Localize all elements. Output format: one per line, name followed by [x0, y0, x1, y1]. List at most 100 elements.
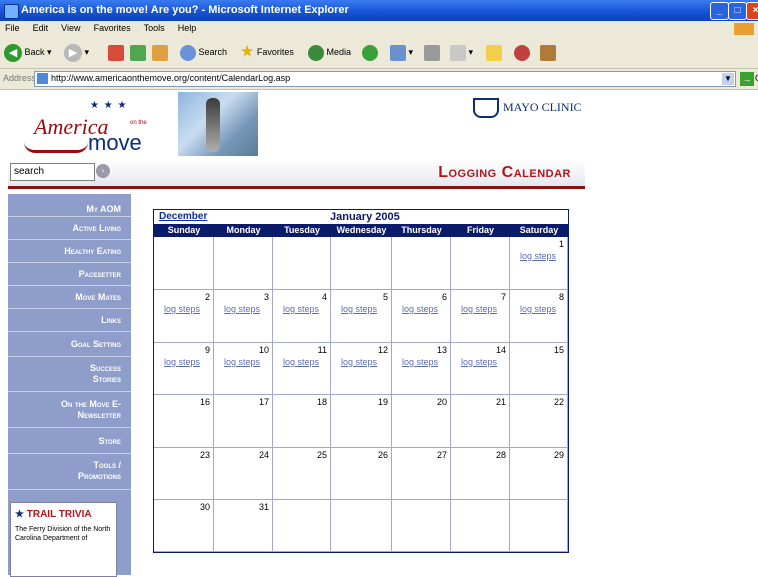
log-steps-link[interactable]: log steps: [520, 251, 556, 261]
day-number: 6: [441, 292, 447, 302]
nav-links[interactable]: Links: [8, 309, 131, 332]
nav-label: Tools / Promotions: [77, 460, 121, 481]
calendar-day-cell: 28: [451, 448, 510, 500]
chevron-down-icon[interactable]: ▼: [722, 73, 734, 85]
log-steps-link[interactable]: log steps: [520, 304, 556, 314]
folder-button[interactable]: [486, 42, 502, 62]
search-input[interactable]: search: [10, 163, 95, 181]
print-icon: [424, 44, 440, 61]
calendar-day-cell: 8 log steps: [510, 290, 568, 343]
nav-move-mates[interactable]: Move Mates: [8, 286, 131, 309]
nav-label: Store: [98, 436, 121, 446]
folder-icon: [486, 44, 502, 61]
log-steps-link[interactable]: log steps: [224, 304, 260, 314]
calendar-day-cell: 16: [154, 395, 214, 448]
log-steps-link[interactable]: log steps: [461, 304, 497, 314]
log-steps-link[interactable]: log steps: [164, 304, 200, 314]
calendar-day-cell: [510, 500, 568, 552]
weekday-header: Monday: [214, 224, 273, 237]
stop-button[interactable]: [108, 42, 124, 62]
toolbar: ◀ Back ▾ ▶ ▾ Search ★ Favorites Media ▾ …: [0, 36, 758, 69]
nav-active-living[interactable]: Active Living: [8, 217, 131, 240]
day-number: 18: [316, 397, 327, 407]
weekday-header: Sunday: [154, 224, 214, 237]
prev-month-link[interactable]: December: [159, 211, 207, 222]
logo-swoosh: [24, 142, 88, 153]
print-button[interactable]: [424, 42, 440, 62]
search-go-icon[interactable]: ›: [96, 164, 110, 178]
calendar-day-cell: 15: [510, 343, 568, 395]
history-button[interactable]: [362, 42, 378, 62]
log-steps-link[interactable]: log steps: [402, 304, 438, 314]
address-input[interactable]: http://www.americaonthemove.org/content/…: [34, 71, 736, 87]
calendar-day-cell: [331, 500, 392, 552]
menu-help[interactable]: Help: [173, 21, 202, 33]
day-number: 25: [316, 450, 327, 460]
log-steps-link[interactable]: log steps: [461, 357, 497, 367]
media-button[interactable]: Media: [308, 42, 351, 62]
nav-label: Pacesetter: [78, 269, 121, 279]
log-steps-link[interactable]: log steps: [341, 357, 377, 367]
nav-healthy-eating[interactable]: Healthy Eating: [8, 240, 131, 263]
log-steps-link[interactable]: log steps: [341, 304, 377, 314]
research-icon: [540, 44, 556, 61]
america-on-the-move-logo[interactable]: ★ ★ ★ America on the move: [18, 98, 178, 158]
calendar-day-cell: [273, 500, 331, 552]
forward-button[interactable]: ▶ ▾: [64, 42, 89, 62]
log-steps-link[interactable]: log steps: [283, 304, 319, 314]
nav-goal-setting[interactable]: Goal Setting: [8, 332, 131, 357]
refresh-button[interactable]: [130, 42, 146, 62]
nav-pacesetter[interactable]: Pacesetter: [8, 263, 131, 286]
log-steps-link[interactable]: log steps: [164, 357, 200, 367]
menu-favorites[interactable]: Favorites: [89, 21, 136, 33]
research-button[interactable]: [540, 42, 556, 62]
day-number: 27: [436, 450, 447, 460]
log-steps-link[interactable]: log steps: [402, 357, 438, 367]
calendar-day-cell: 26: [331, 448, 392, 500]
nav-newsletter[interactable]: On the Move E-Newsletter: [8, 393, 131, 428]
calendar-day-cell: 20: [392, 395, 451, 448]
edit-button[interactable]: ▾: [450, 42, 473, 62]
maximize-button[interactable]: □: [728, 2, 747, 20]
calendar-day-cell: 12 log steps: [331, 343, 392, 395]
calendar-day-cell: 17: [214, 395, 273, 448]
edit-icon: [450, 44, 466, 61]
day-number: 15: [553, 345, 564, 355]
back-button[interactable]: ◀ Back ▾: [4, 42, 52, 62]
weekday-header: Tuesday: [273, 224, 331, 237]
day-number: 2: [204, 292, 210, 302]
search-button[interactable]: Search: [180, 42, 227, 62]
home-icon: [152, 44, 168, 61]
mail-button[interactable]: ▾: [390, 42, 413, 62]
go-arrow-icon[interactable]: →: [740, 72, 754, 86]
messenger-icon: [514, 44, 530, 61]
log-steps-link[interactable]: log steps: [283, 357, 319, 367]
trail-trivia-box[interactable]: ★ TRAIL TRIVIA The Ferry Division of the…: [10, 502, 117, 577]
menu-file[interactable]: File: [0, 21, 25, 33]
shield-icon: [473, 98, 499, 118]
menu-edit[interactable]: Edit: [28, 21, 54, 33]
nav-store[interactable]: Store: [8, 429, 131, 454]
calendar-day-cell: 2 log steps: [154, 290, 214, 343]
nav-my-aom[interactable]: My AOM: [8, 194, 131, 217]
calendar-day-cell: [273, 237, 331, 290]
menu-tools[interactable]: Tools: [139, 21, 170, 33]
home-button[interactable]: [152, 42, 168, 62]
day-number: 30: [199, 502, 210, 512]
weekday-header: Friday: [451, 224, 510, 237]
close-button[interactable]: ×: [746, 2, 758, 20]
nav-success-stories[interactable]: Success Stories: [8, 357, 131, 392]
nav-label: Goal Setting: [70, 339, 121, 349]
media-label: Media: [326, 47, 352, 57]
favorites-button[interactable]: ★ Favorites: [240, 42, 294, 62]
nav-tools-promotions[interactable]: Tools / Promotions: [8, 454, 131, 490]
calendar-day-cell: 4 log steps: [273, 290, 331, 343]
minimize-button[interactable]: _: [710, 2, 729, 20]
nav-label: Success Stories: [89, 363, 121, 384]
log-steps-link[interactable]: log steps: [224, 357, 260, 367]
menu-view[interactable]: View: [56, 21, 85, 33]
calendar-day-cell: 19: [331, 395, 392, 448]
mayo-clinic-logo[interactable]: MAYO CLINIC: [473, 98, 582, 118]
trivia-text: The Ferry Division of the North Carolina…: [15, 526, 111, 542]
messenger-button[interactable]: [514, 42, 530, 62]
